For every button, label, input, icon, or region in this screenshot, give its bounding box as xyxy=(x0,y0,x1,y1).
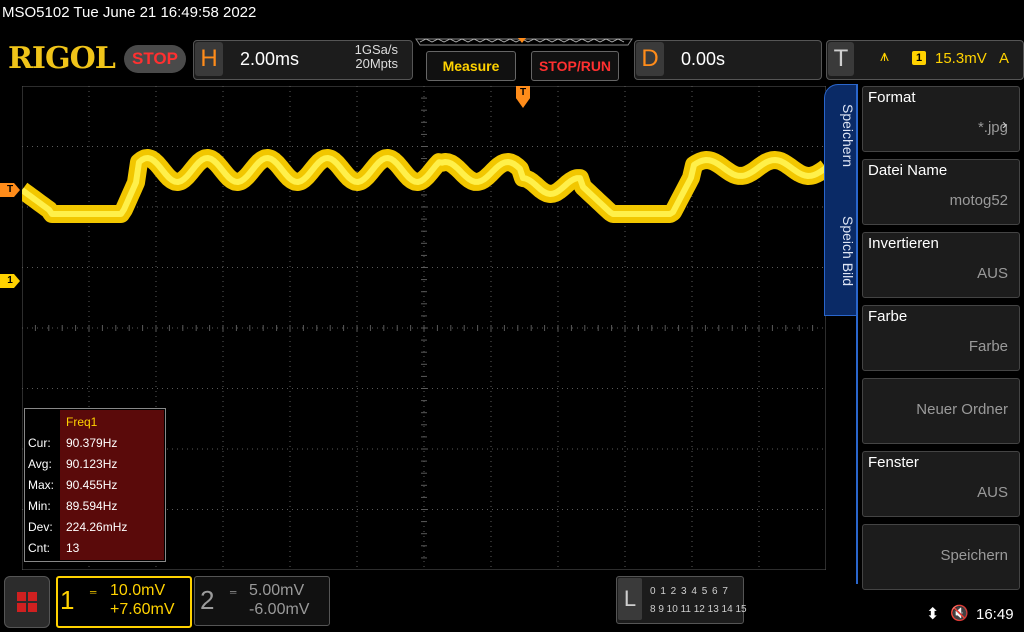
measurement-value: 90.455Hz xyxy=(66,478,118,492)
softkey-label: Format xyxy=(868,89,916,106)
grid-menu-icon xyxy=(17,592,37,612)
softkey-value: motog52 xyxy=(949,192,1008,209)
softkey-label: Farbe xyxy=(868,308,908,325)
measurement-label: Cnt: xyxy=(28,541,51,555)
sample-rate: 1GSa/s xyxy=(354,42,398,57)
tab-speich-bild[interactable]: Speich Bild xyxy=(826,216,856,286)
measurement-value: 90.123Hz xyxy=(66,457,118,471)
measurement-label: Min: xyxy=(28,499,51,513)
softkey-label: Invertieren xyxy=(868,235,939,252)
channel2-scale: 5.00mV xyxy=(249,582,305,599)
measurement-label: Max: xyxy=(28,478,55,492)
measurement-value: 90.379Hz xyxy=(66,436,118,450)
delay-label: D xyxy=(636,42,664,76)
softkey-label: Datei Name xyxy=(868,162,948,179)
channel1-offset: +7.60mV xyxy=(110,601,175,618)
measurement-value: 224.26mHz xyxy=(66,520,128,534)
trigger-label: T xyxy=(828,42,854,76)
measure-button[interactable]: Measure xyxy=(426,51,516,81)
channel1-number: 1 xyxy=(60,585,75,615)
logic-label: L xyxy=(618,578,642,620)
measurement-label: Cur: xyxy=(28,436,51,450)
channel2-number: 2 xyxy=(200,585,215,615)
trigger-level-value: 15.3mV xyxy=(935,50,987,67)
trigger-source-badge: 1 xyxy=(912,51,926,65)
tab-speichern[interactable]: Speichern xyxy=(826,104,856,167)
status-line: MSO5102 Tue June 21 16:49:58 2022 xyxy=(2,4,257,21)
trigger-mode: A xyxy=(999,50,1010,67)
softkey-value: *.jpg xyxy=(977,119,1008,136)
measurement-value: 13 xyxy=(66,541,80,555)
softkey-value: Farbe xyxy=(968,338,1008,355)
softkey-value: Speichern xyxy=(940,547,1008,564)
dc-coupling-icon: ═ xyxy=(90,587,97,597)
logic-channels-high: 8 9 10 11 12 13 14 15 xyxy=(650,604,747,615)
measurement-label: Dev: xyxy=(28,520,53,534)
measurement-title: Freq1 xyxy=(66,415,98,429)
clock: 16:49 xyxy=(976,606,1014,623)
speaker-muted-icon[interactable]: 🔇 xyxy=(950,604,969,622)
channel2-offset: -6.00mV xyxy=(249,601,310,618)
measurement-label: Avg: xyxy=(28,457,52,471)
softkey-value: AUS xyxy=(977,484,1008,501)
measurement-value: 89.594Hz xyxy=(66,499,118,513)
softkey-label: Fenster xyxy=(868,454,919,471)
trigger-position-strip xyxy=(415,38,633,46)
timebase-value: 2.00ms xyxy=(240,49,300,69)
stop-run-button[interactable]: STOP/RUN xyxy=(531,51,619,81)
sample-rate-info: 1GSa/s 20Mpts xyxy=(344,43,398,71)
chevron-right-icon: › xyxy=(1002,116,1007,133)
rising-edge-icon: ⩚ xyxy=(880,48,890,65)
trigger-level-marker[interactable]: T xyxy=(0,183,20,197)
horizontal-label: H xyxy=(195,42,223,76)
softkey-value: AUS xyxy=(977,265,1008,282)
channel1-offset-marker[interactable]: 1 xyxy=(0,274,20,288)
softkey-value: Neuer Ordner xyxy=(916,401,1008,418)
delay-value: 0.00s xyxy=(681,49,726,69)
usb-icon: ⬍ xyxy=(926,606,940,623)
logic-channels-low: 0 1 2 3 4 5 6 7 xyxy=(650,586,729,597)
brand-logo: RIGOL xyxy=(8,41,116,76)
channel1-scale: 10.0mV xyxy=(110,582,166,599)
dc-coupling-icon: ═ xyxy=(230,587,237,597)
memory-depth: 20Mpts xyxy=(355,56,398,71)
menu-navigation-button[interactable] xyxy=(4,576,50,628)
run-state-badge[interactable]: STOP xyxy=(124,45,186,73)
